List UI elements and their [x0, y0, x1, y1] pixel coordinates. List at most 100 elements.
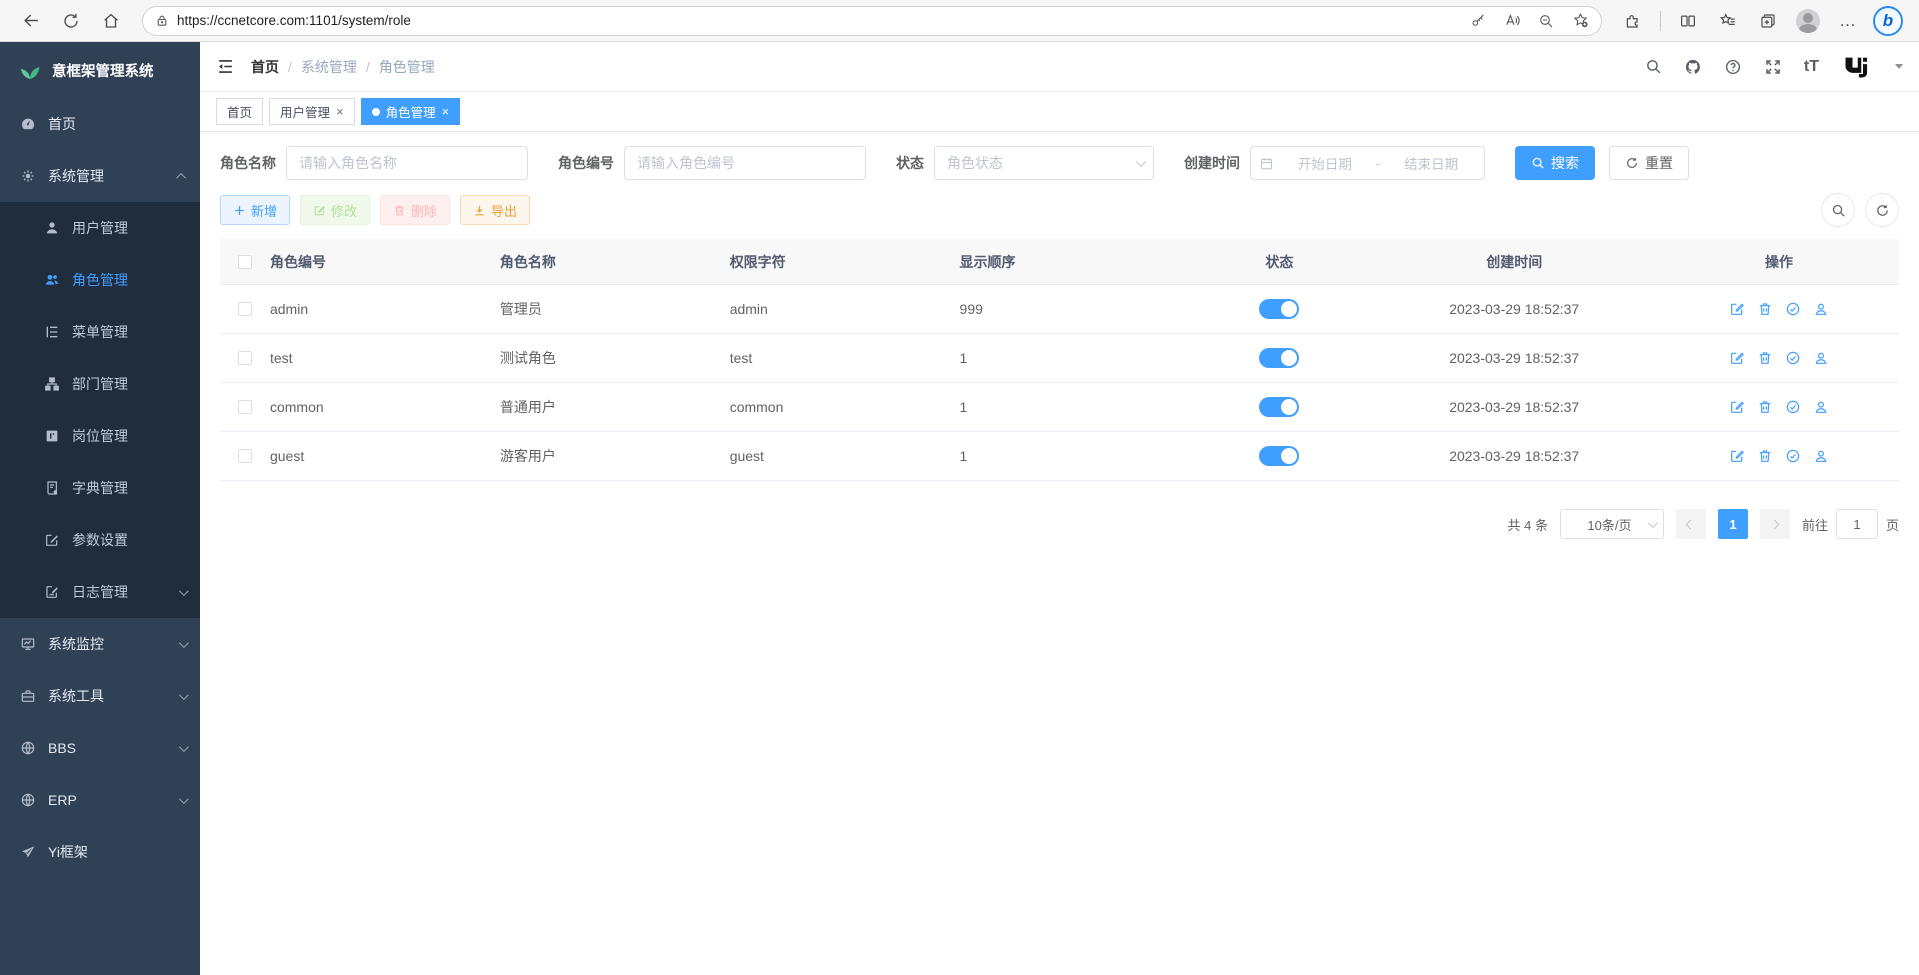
sidebar-item-monitor[interactable]: 系统监控	[0, 618, 200, 670]
address-bar[interactable]: https://ccnetcore.com:1101/system/role	[142, 6, 1602, 36]
row-edit-icon[interactable]	[1729, 399, 1745, 415]
row-edit-icon[interactable]	[1729, 301, 1745, 317]
github-icon[interactable]	[1684, 58, 1702, 76]
role-name-input[interactable]	[286, 146, 528, 180]
bing-chat-icon[interactable]: b	[1871, 6, 1905, 36]
status-toggle[interactable]	[1259, 446, 1299, 466]
password-key-icon[interactable]	[1465, 8, 1491, 34]
row-permission-icon[interactable]	[1785, 350, 1801, 366]
row-delete-icon[interactable]	[1757, 350, 1773, 366]
split-screen-icon[interactable]	[1671, 6, 1705, 36]
status-select[interactable]: 角色状态	[934, 146, 1154, 180]
sidebar-item-label: 系统管理	[48, 166, 167, 186]
tab-role-management[interactable]: 角色管理 ×	[361, 98, 461, 125]
row-assign-user-icon[interactable]	[1813, 301, 1829, 317]
date-range-picker[interactable]: 开始日期 - 结束日期	[1250, 146, 1485, 180]
sidebar-item-users[interactable]: 用户管理	[0, 202, 200, 254]
export-button[interactable]: 导出	[460, 195, 530, 225]
page-number-button[interactable]: 1	[1718, 509, 1748, 539]
row-delete-icon[interactable]	[1757, 448, 1773, 464]
toolbar-divider	[1660, 11, 1661, 31]
row-delete-icon[interactable]	[1757, 399, 1773, 415]
sidebar-item-dictionary[interactable]: 字典管理	[0, 462, 200, 514]
row-edit-icon[interactable]	[1729, 350, 1745, 366]
edit-button[interactable]: 修改	[300, 195, 370, 225]
zoom-out-icon[interactable]	[1533, 8, 1559, 34]
row-permission-icon[interactable]	[1785, 399, 1801, 415]
sidebar-item-bbs[interactable]: BBS	[0, 722, 200, 774]
cell-perm: test	[730, 350, 960, 366]
row-assign-user-icon[interactable]	[1813, 350, 1829, 366]
profile-avatar-icon[interactable]	[1791, 6, 1825, 36]
refresh-table-icon[interactable]	[1865, 193, 1899, 227]
cell-created: 2023-03-29 18:52:37	[1369, 399, 1659, 415]
font-size-icon[interactable]: tT	[1804, 58, 1819, 76]
browser-more-icon[interactable]: …	[1831, 6, 1865, 36]
search-icon[interactable]	[1645, 58, 1662, 75]
close-icon[interactable]: ×	[442, 105, 450, 118]
start-date-placeholder[interactable]: 开始日期	[1280, 153, 1370, 173]
sidebar-item-yi-framework[interactable]: Yi框架	[0, 826, 200, 878]
role-code-input[interactable]	[624, 146, 866, 180]
avatar-caret-icon[interactable]	[1895, 64, 1903, 69]
select-all-checkbox[interactable]	[238, 255, 252, 269]
page-size-select[interactable]: 10条/页	[1560, 509, 1664, 539]
sidebar-item-system[interactable]: 系统管理	[0, 150, 200, 202]
help-icon[interactable]	[1724, 58, 1742, 76]
show-search-toggle-icon[interactable]	[1821, 193, 1855, 227]
row-checkbox[interactable]	[238, 449, 252, 463]
row-checkbox[interactable]	[238, 351, 252, 365]
row-delete-icon[interactable]	[1757, 301, 1773, 317]
reset-button[interactable]: 重置	[1609, 146, 1689, 180]
chevron-right-icon	[1770, 519, 1780, 529]
url-text[interactable]: https://ccnetcore.com:1101/system/role	[177, 13, 1457, 28]
sidebar-fold-icon[interactable]	[216, 57, 235, 76]
tab-home[interactable]: 首页	[216, 98, 263, 125]
add-favorite-icon[interactable]	[1567, 8, 1593, 34]
sidebar-item-erp[interactable]: ERP	[0, 774, 200, 826]
row-checkbox[interactable]	[238, 302, 252, 316]
extensions-icon[interactable]	[1616, 6, 1650, 36]
goto-page-input[interactable]	[1836, 509, 1878, 539]
status-toggle[interactable]	[1259, 299, 1299, 319]
status-toggle[interactable]	[1259, 397, 1299, 417]
row-checkbox[interactable]	[238, 400, 252, 414]
row-assign-user-icon[interactable]	[1813, 399, 1829, 415]
app-logo[interactable]: 意框架管理系统	[0, 42, 200, 98]
cell-created: 2023-03-29 18:52:37	[1369, 350, 1659, 366]
sidebar-item-home[interactable]: 首页	[0, 98, 200, 150]
status-toggle[interactable]	[1259, 348, 1299, 368]
sidebar-item-menus[interactable]: 菜单管理	[0, 306, 200, 358]
end-date-placeholder[interactable]: 结束日期	[1386, 153, 1476, 173]
delete-button[interactable]: 删除	[380, 195, 450, 225]
favorites-icon[interactable]	[1711, 6, 1745, 36]
next-page-button[interactable]	[1760, 509, 1790, 539]
sidebar-item-tools[interactable]: 系统工具	[0, 670, 200, 722]
read-aloud-icon[interactable]	[1499, 8, 1525, 34]
row-permission-icon[interactable]	[1785, 448, 1801, 464]
row-permission-icon[interactable]	[1785, 301, 1801, 317]
browser-refresh-icon[interactable]	[54, 6, 88, 36]
prev-page-button[interactable]	[1676, 509, 1706, 539]
sidebar-item-posts[interactable]: 岗位管理	[0, 410, 200, 462]
sidebar-item-parameters[interactable]: 参数设置	[0, 514, 200, 566]
add-button[interactable]: 新增	[220, 195, 290, 225]
sidebar-item-roles[interactable]: 角色管理	[0, 254, 200, 306]
breadcrumb-home[interactable]: 首页	[251, 57, 279, 77]
cell-role-name: 管理员	[500, 299, 730, 319]
cell-perm: guest	[730, 448, 960, 464]
header-role-code: 角色编号	[270, 252, 500, 272]
browser-back-icon[interactable]	[14, 6, 48, 36]
search-button[interactable]: 搜索	[1515, 146, 1595, 180]
close-icon[interactable]: ×	[336, 105, 344, 118]
row-edit-icon[interactable]	[1729, 448, 1745, 464]
table-row: common 普通用户 common 1 2023-03-29 18:52:37	[220, 383, 1899, 432]
sidebar-item-logs[interactable]: 日志管理	[0, 566, 200, 618]
tab-user-management[interactable]: 用户管理 ×	[269, 98, 355, 125]
sidebar-item-departments[interactable]: 部门管理	[0, 358, 200, 410]
user-avatar-logo[interactable]	[1841, 52, 1871, 82]
fullscreen-icon[interactable]	[1764, 58, 1782, 76]
browser-home-icon[interactable]	[94, 6, 128, 36]
collections-icon[interactable]	[1751, 6, 1785, 36]
row-assign-user-icon[interactable]	[1813, 448, 1829, 464]
